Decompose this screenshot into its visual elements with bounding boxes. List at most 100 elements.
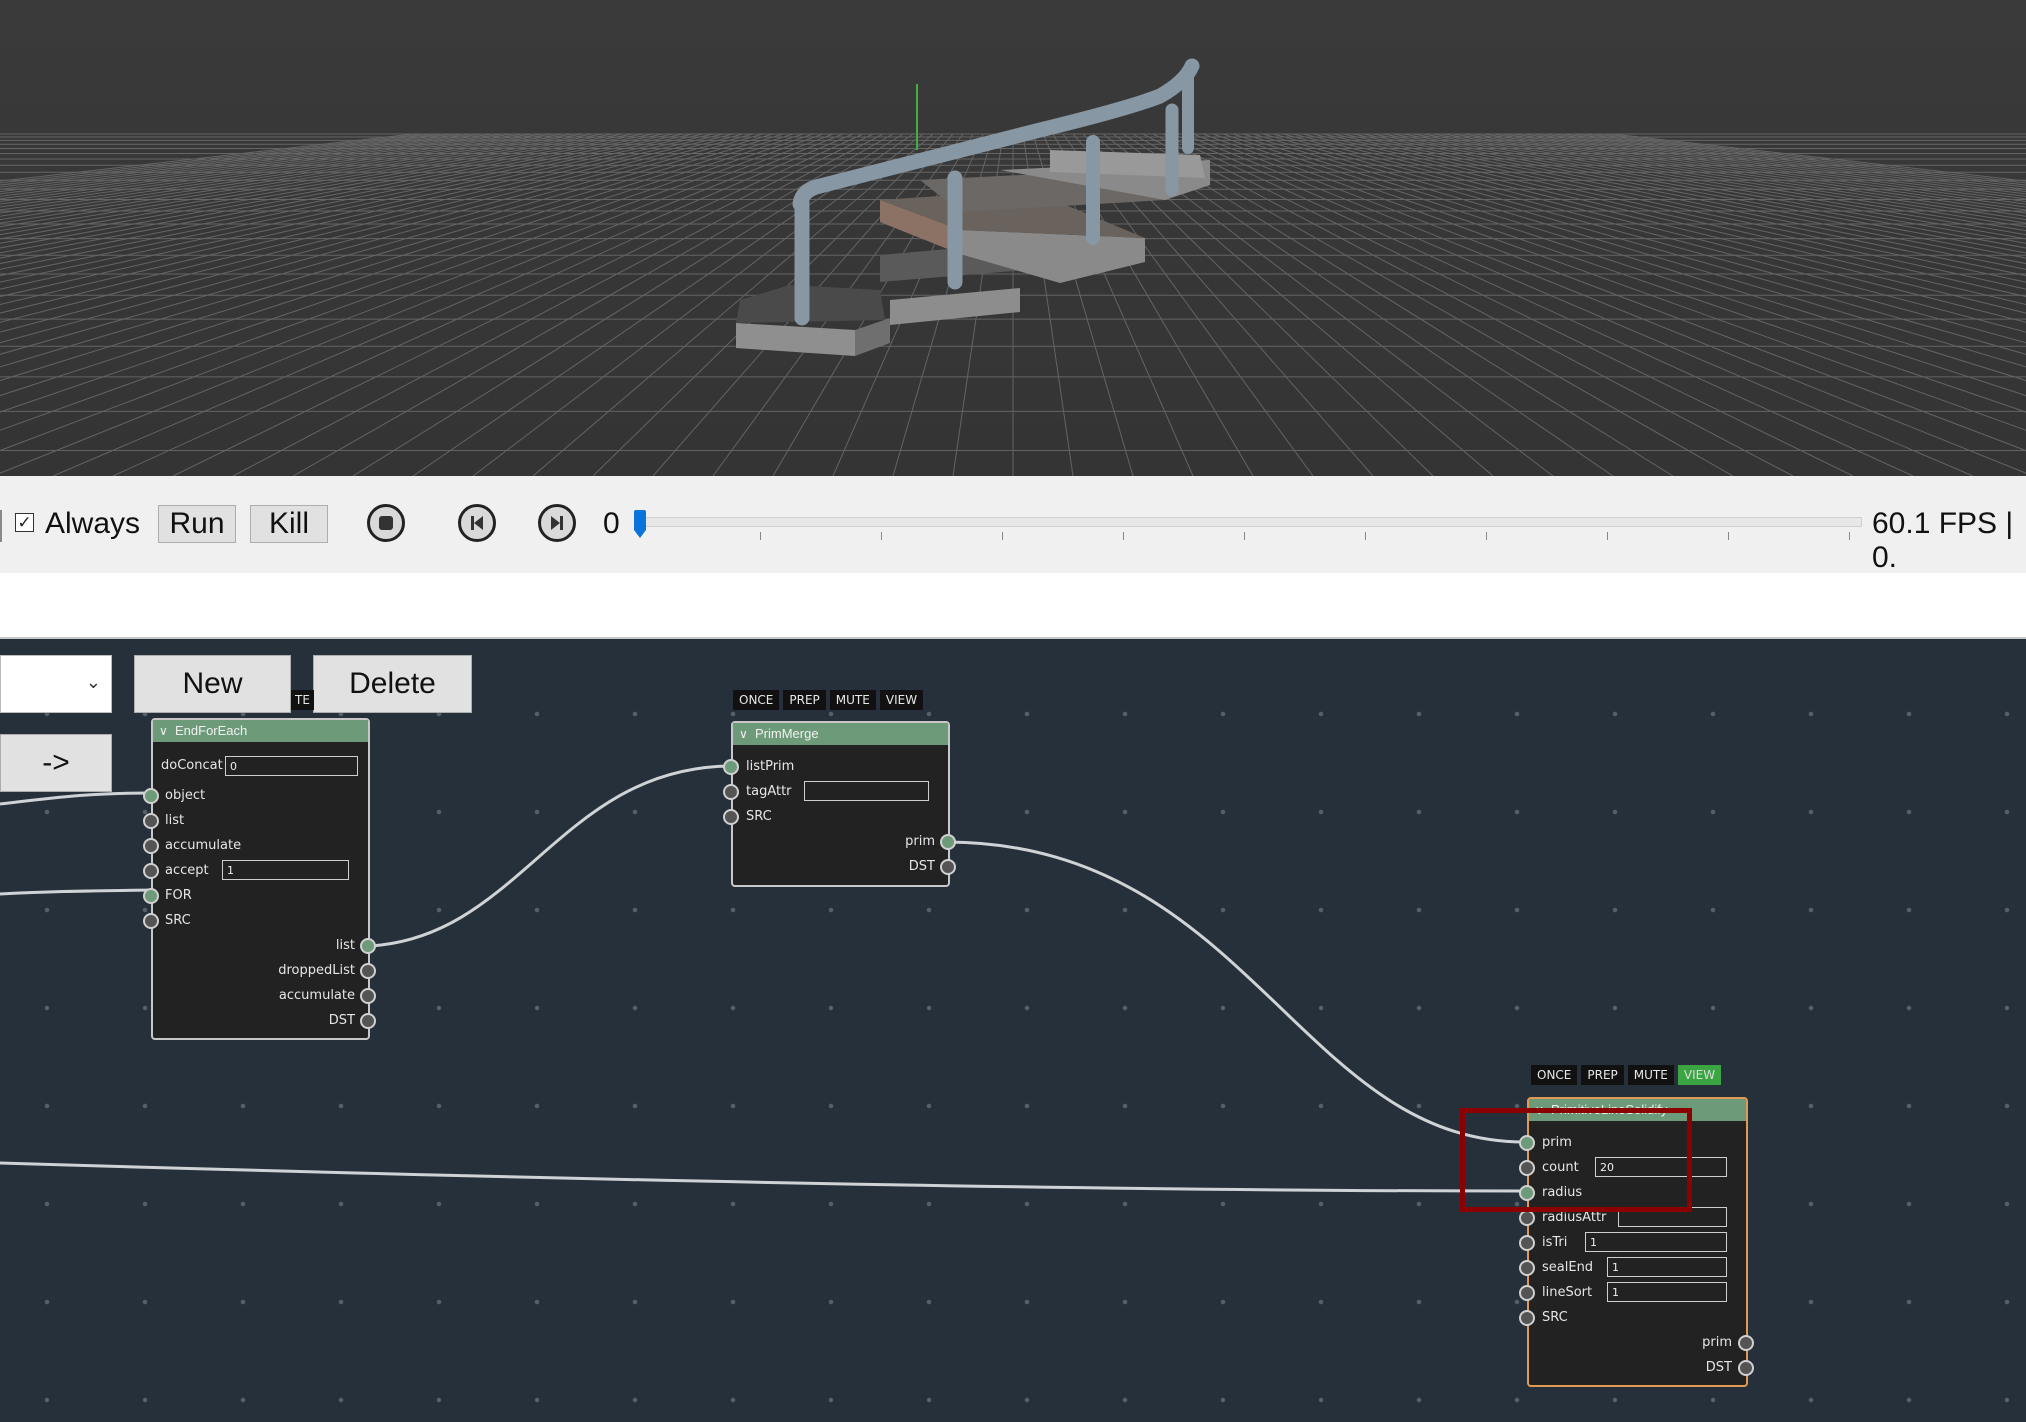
slider-tick (881, 532, 882, 540)
accept-input[interactable]: 1 (222, 860, 349, 880)
port-prim-out-merge[interactable] (940, 834, 956, 850)
left-edge-marker (0, 510, 2, 542)
port-label-src-solidify: SRC (1542, 1310, 1568, 1325)
port-label-list: list (165, 813, 185, 828)
chevron-down-icon: ⌄ (85, 672, 101, 692)
skip-forward-icon (551, 516, 563, 530)
endforeach-flag-clipped[interactable]: TE (291, 690, 314, 710)
linesort-input[interactable]: 1 (1607, 1282, 1727, 1302)
status-strip (0, 573, 2026, 639)
port-label-dst-merge: DST (908, 859, 935, 874)
primmerge-flag-once[interactable]: ONCE (733, 690, 780, 710)
port-droppedlist-out[interactable] (360, 963, 376, 979)
doconcat-input[interactable]: 0 (225, 756, 358, 776)
port-label-listprim: listPrim (746, 759, 795, 774)
endforeach-title: EndForEach (175, 723, 248, 738)
port-label-accumulate-out: accumulate (278, 988, 355, 1003)
kill-button[interactable]: Kill (250, 505, 328, 543)
port-sealend-in[interactable] (1519, 1260, 1535, 1276)
port-prim-out[interactable] (1738, 1335, 1754, 1351)
3d-viewport[interactable] (0, 0, 2026, 476)
port-dst-out[interactable] (360, 1013, 376, 1029)
always-label: Always (45, 507, 141, 540)
slider-tick (1123, 532, 1124, 540)
delete-button[interactable]: Delete (313, 655, 472, 713)
port-label-src-merge: SRC (746, 809, 772, 824)
primmerge-flag-view[interactable]: VIEW (879, 690, 924, 710)
port-accumulate-out[interactable] (360, 988, 376, 1004)
port-src-in-solidify[interactable] (1519, 1310, 1535, 1326)
port-radiusattr-in[interactable] (1519, 1210, 1535, 1226)
timeline-slider[interactable] (638, 517, 1862, 527)
arrow-button[interactable]: -> (0, 734, 112, 792)
primmerge-flags: ONCE PREP MUTE VIEW (733, 690, 924, 710)
port-istri-in[interactable] (1519, 1235, 1535, 1251)
highlight-box (1460, 1108, 1692, 1212)
slider-tick (1849, 532, 1850, 540)
port-accept-in[interactable] (143, 863, 159, 879)
next-frame-button[interactable] (538, 504, 576, 542)
port-label-src: SRC (165, 913, 191, 928)
port-label-doconcat: doConcat (161, 758, 223, 773)
slider-tick (760, 532, 761, 540)
collapse-chevron-icon[interactable]: ∨ (159, 720, 168, 742)
slider-tick (1244, 532, 1245, 540)
graph-select[interactable]: ⌄ (0, 655, 112, 713)
slider-tick (1365, 532, 1366, 540)
port-dst-out-solidify[interactable] (1738, 1360, 1754, 1376)
timeline-slider-thumb[interactable] (634, 510, 646, 538)
new-button[interactable]: New (134, 655, 291, 713)
port-src-in-merge[interactable] (723, 809, 739, 825)
port-linesort-in[interactable] (1519, 1285, 1535, 1301)
collapse-chevron-icon[interactable]: ∨ (739, 723, 748, 745)
port-label-radiusattr: radiusAttr (1542, 1210, 1607, 1225)
solidify-flags: ONCE PREP MUTE VIEW (1531, 1065, 1722, 1085)
port-for-in[interactable] (143, 888, 159, 904)
port-label-accept: accept (165, 863, 209, 878)
slider-tick (1486, 532, 1487, 540)
stop-icon (379, 516, 393, 530)
port-label-linesort: lineSort (1542, 1285, 1593, 1300)
port-listprim-in[interactable] (723, 759, 739, 775)
port-label-dst-out: DST (1705, 1360, 1732, 1375)
primmerge-flag-mute[interactable]: MUTE (829, 690, 876, 710)
primmerge-title: PrimMerge (755, 726, 819, 741)
primmerge-node-header[interactable]: ∨ PrimMerge (733, 723, 948, 745)
run-button[interactable]: Run (158, 505, 236, 543)
slider-tick (1728, 532, 1729, 540)
port-label-tagattr: tagAttr (746, 784, 792, 799)
port-object-in[interactable] (143, 788, 159, 804)
port-label-istri: isTri (1542, 1235, 1568, 1250)
port-src-in[interactable] (143, 913, 159, 929)
port-list-out[interactable] (360, 938, 376, 954)
port-label-for: FOR (165, 888, 192, 903)
current-frame: 0 (603, 507, 620, 540)
port-list-in[interactable] (143, 813, 159, 829)
port-label-droppedlist: droppedList (278, 963, 355, 978)
link-for (0, 888, 152, 896)
solidify-flag-once[interactable]: ONCE (1531, 1065, 1578, 1085)
endforeach-node-header[interactable]: ∨ EndForEach (153, 720, 368, 742)
port-label-dst: DST (328, 1013, 355, 1028)
port-label-sealend: sealEnd (1542, 1260, 1594, 1275)
port-label-list-out: list (335, 938, 355, 953)
sealend-input[interactable]: 1 (1607, 1257, 1727, 1277)
tagattr-input[interactable] (804, 781, 929, 801)
always-checkbox[interactable]: ✓ (15, 513, 34, 532)
prev-frame-button[interactable] (458, 504, 496, 542)
solidify-flag-prep[interactable]: PREP (1581, 1065, 1624, 1085)
port-label-object: object (165, 788, 206, 803)
stop-button[interactable] (367, 504, 405, 542)
istri-input[interactable]: 1 (1585, 1232, 1727, 1252)
solidify-flag-mute[interactable]: MUTE (1627, 1065, 1674, 1085)
port-label-prim-out-merge: prim (905, 834, 935, 849)
link-object (0, 791, 152, 806)
port-tagattr-in[interactable] (723, 784, 739, 800)
port-dst-out-merge[interactable] (940, 859, 956, 875)
port-accumulate-in[interactable] (143, 838, 159, 854)
fps-readout: 60.1 FPS | 0. (1872, 507, 2014, 574)
primmerge-flag-prep[interactable]: PREP (783, 690, 826, 710)
solidify-flag-view[interactable]: VIEW (1677, 1065, 1722, 1085)
link-radius (0, 1161, 1528, 1193)
link-list-to-listprim (367, 764, 732, 948)
